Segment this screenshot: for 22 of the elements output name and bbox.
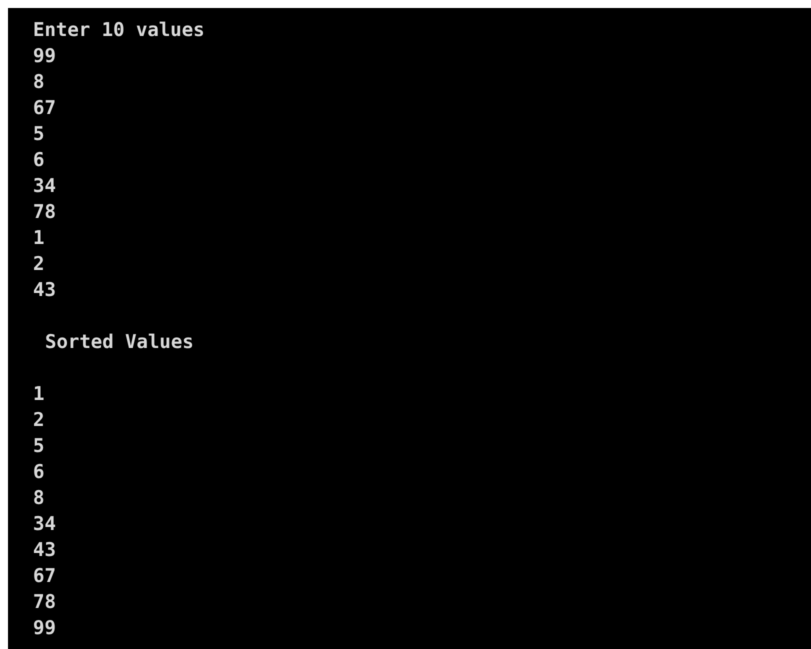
- sorted-value: 6: [33, 460, 44, 485]
- input-value: 8: [33, 70, 44, 95]
- input-value: 1: [33, 226, 44, 251]
- sorted-value: 2: [33, 408, 44, 433]
- sorted-value: 1: [33, 382, 44, 407]
- input-value: 5: [33, 122, 44, 147]
- sorted-value: 34: [33, 512, 56, 537]
- sorted-value: 78: [33, 590, 56, 615]
- sorted-value: 8: [33, 486, 44, 511]
- input-value: 67: [33, 96, 56, 121]
- input-value: 99: [33, 44, 56, 69]
- input-value: 2: [33, 252, 44, 277]
- sorted-value: 67: [33, 564, 56, 589]
- input-value: 78: [33, 200, 56, 225]
- sorted-value: 99: [33, 616, 56, 641]
- input-value: 34: [33, 174, 56, 199]
- sorted-value: 5: [33, 434, 44, 459]
- sorted-heading: Sorted Values: [45, 330, 194, 355]
- input-value: 6: [33, 148, 44, 173]
- prompt-text: Enter 10 values: [33, 18, 205, 43]
- sorted-value: 43: [33, 538, 56, 563]
- input-value: 43: [33, 278, 56, 303]
